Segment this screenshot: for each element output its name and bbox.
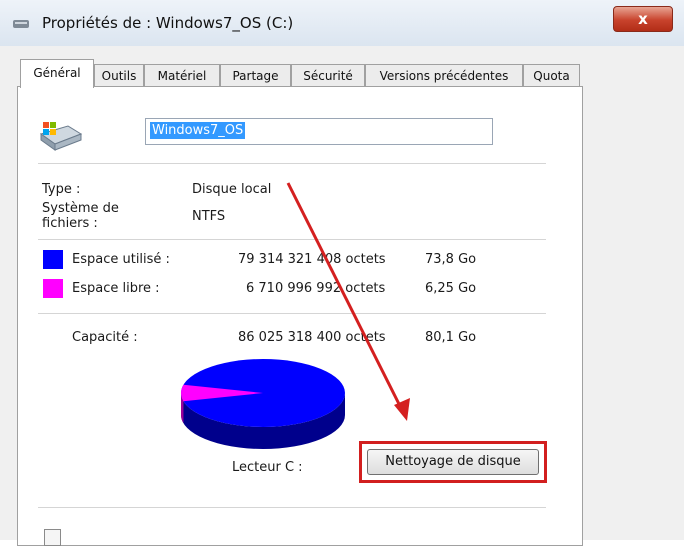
cleanup-highlight-box: Nettoyage de disque: [359, 441, 547, 483]
capacity-label: Capacité :: [72, 330, 138, 345]
tab-partage[interactable]: Partage: [220, 64, 291, 87]
disk-cleanup-button[interactable]: Nettoyage de disque: [367, 449, 539, 475]
type-label: Type :: [42, 182, 81, 197]
used-space-label: Espace utilisé :: [72, 252, 170, 267]
tab-securite[interactable]: Sécurité: [291, 64, 365, 87]
used-space-swatch: [43, 250, 63, 269]
divider: [38, 507, 546, 508]
type-value: Disque local: [192, 182, 272, 197]
tab-quota[interactable]: Quota: [523, 64, 580, 87]
general-panel: Windows7_OS Type : Disque local Système …: [17, 86, 583, 546]
close-button[interactable]: x: [613, 6, 673, 32]
divider: [38, 239, 546, 240]
disk-usage-pie-chart: [181, 359, 345, 449]
filesystem-label-line2: fichiers :: [42, 216, 98, 231]
divider: [38, 313, 546, 314]
drive-label: Lecteur C :: [232, 460, 303, 475]
free-space-bytes: 6 710 996 992 octets: [246, 281, 386, 296]
filesystem-label-line1: Système de: [42, 201, 119, 216]
tab-versions-precedentes[interactable]: Versions précédentes: [365, 64, 523, 87]
capacity-size: 80,1 Go: [425, 330, 477, 345]
used-space-bytes: 79 314 321 408 octets: [238, 252, 386, 267]
free-space-label: Espace libre :: [72, 281, 160, 296]
tab-general[interactable]: Général: [20, 59, 94, 88]
drive-icon: [13, 20, 29, 28]
drive-name-text: Windows7_OS: [150, 122, 246, 139]
compress-drive-checkbox[interactable]: [44, 529, 61, 546]
tab-materiel[interactable]: Matériel: [144, 64, 220, 87]
capacity-bytes: 86 025 318 400 octets: [238, 330, 386, 345]
free-space-swatch: [43, 279, 63, 298]
filesystem-value: NTFS: [192, 209, 226, 224]
window-title: Propriétés de : Windows7_OS (C:): [42, 14, 294, 32]
title-bar: Propriétés de : Windows7_OS (C:) x: [0, 0, 684, 46]
drive-name-input[interactable]: Windows7_OS: [145, 118, 493, 145]
disk-drive-icon: [39, 122, 83, 151]
divider: [38, 163, 546, 164]
used-space-size: 73,8 Go: [425, 252, 477, 267]
tab-outils[interactable]: Outils: [94, 64, 144, 87]
free-space-size: 6,25 Go: [425, 281, 477, 296]
